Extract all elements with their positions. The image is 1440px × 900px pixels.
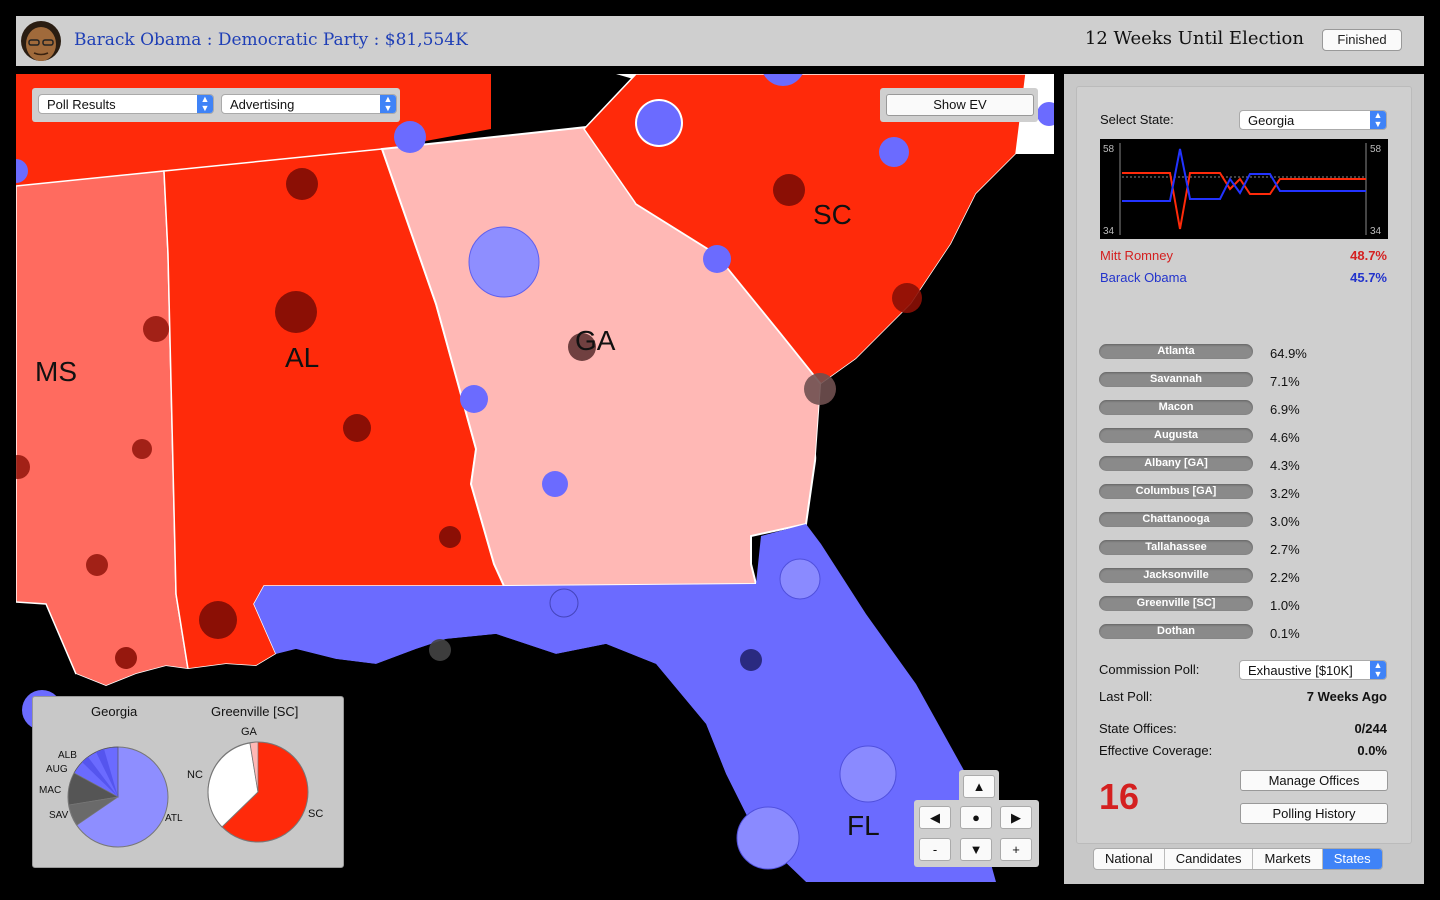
dropdown-arrow-icon: ▲ ▼	[380, 95, 396, 113]
electoral-votes-number: 16	[1099, 776, 1140, 817]
top-bar: Barack Obama : Democratic Party : $81,55…	[16, 16, 1424, 66]
dropdown-arrow-icon: ▲ ▼	[197, 95, 213, 113]
pie-label-sav: SAV	[49, 810, 69, 821]
pan-left-button[interactable]: ◀	[919, 806, 951, 829]
select-state-label: Select State:	[1100, 112, 1174, 127]
pie-panel: Georgia Greenville [SC] ALB AUG MAC SAV …	[32, 696, 344, 868]
state-label-ga: GA	[575, 325, 616, 356]
ev-panel: Show EV	[880, 88, 1038, 122]
zoom-in-button[interactable]: +	[1000, 838, 1032, 861]
candidate-name-romney: Mitt Romney	[1100, 248, 1173, 263]
pie-label-mac: MAC	[39, 785, 62, 796]
candidate-pct-obama: 45.7%	[1350, 270, 1387, 285]
state-ms[interactable]	[16, 170, 189, 687]
city-pct: 7.1%	[1270, 374, 1300, 389]
map-dropdown-panel: Poll Results ▲ ▼ Advertising ▲ ▼	[32, 88, 400, 122]
state-label-sc: SC	[813, 199, 852, 230]
tab-markets[interactable]: Markets	[1253, 849, 1323, 869]
city-pct: 2.2%	[1270, 570, 1300, 585]
state-label-ms: MS	[35, 356, 77, 387]
map-view[interactable]: Poll Results ▲ ▼ Advertising ▲ ▼ Show EV M…	[16, 74, 1054, 882]
state-label-fl: FL	[847, 810, 880, 841]
pie-label-sc: SC	[308, 808, 324, 820]
selected-state-value: Georgia	[1248, 113, 1295, 128]
pie-left-title: Georgia	[91, 704, 138, 719]
sidebar-tabs: National Candidates Markets States	[1093, 848, 1383, 870]
state-offices-label: State Offices:	[1099, 721, 1177, 736]
commission-poll-value: Exhaustive [$10K]	[1248, 663, 1353, 678]
tab-candidates[interactable]: Candidates	[1165, 849, 1254, 869]
commission-poll-dropdown[interactable]: Exhaustive [$10K] ▲ ▼	[1239, 660, 1387, 680]
manage-offices-button[interactable]: Manage Offices	[1240, 770, 1388, 791]
city-pct: 3.2%	[1270, 486, 1300, 501]
city-pct: 3.0%	[1270, 514, 1300, 529]
effective-coverage-value: 0.0%	[1357, 743, 1387, 758]
zoom-out-button[interactable]: -	[919, 838, 951, 861]
last-poll-value: 7 Weeks Ago	[1306, 689, 1387, 704]
state-label-al: AL	[285, 342, 320, 373]
city-pct: 64.9%	[1270, 346, 1307, 361]
state-offices-value: 0/244	[1354, 721, 1387, 736]
city-pct: 6.9%	[1270, 402, 1300, 417]
city-button[interactable]: Savannah	[1099, 372, 1253, 387]
pie-label-alb: ALB	[58, 750, 77, 761]
polling-history-button[interactable]: Polling History	[1240, 803, 1388, 824]
city-button[interactable]: Greenville [SC]	[1099, 596, 1253, 611]
graph-top-left: 58	[1103, 144, 1115, 155]
poll-results-dropdown[interactable]: Poll Results ▲ ▼	[38, 94, 214, 114]
nav-pad: ◀ ● ▶ - ▼ +	[914, 800, 1039, 867]
city-button[interactable]: Columbus [GA]	[1099, 484, 1253, 499]
dropdown-arrow-icon: ▲ ▼	[1370, 661, 1386, 679]
city-button[interactable]: Albany [GA]	[1099, 456, 1253, 471]
center-button[interactable]: ●	[960, 806, 992, 829]
poll-results-value: Poll Results	[47, 97, 116, 112]
tab-states[interactable]: States	[1322, 849, 1382, 869]
candidate-name-obama: Barack Obama	[1100, 270, 1187, 285]
last-poll-label: Last Poll:	[1099, 689, 1153, 704]
city-button[interactable]: Tallahassee	[1099, 540, 1253, 555]
city-pct: 4.6%	[1270, 430, 1300, 445]
graph-top-right: 58	[1370, 144, 1382, 155]
pie-label-atl: ATL	[165, 813, 183, 824]
show-ev-button[interactable]: Show EV	[886, 94, 1034, 116]
tab-national[interactable]: National	[1094, 849, 1165, 869]
weeks-until-election: 12 Weeks Until Election	[1084, 28, 1304, 49]
graph-bottom-left: 34	[1103, 226, 1115, 237]
city-pct: 0.1%	[1270, 626, 1300, 641]
advertising-dropdown[interactable]: Advertising ▲ ▼	[221, 94, 397, 114]
candidate-avatar-icon	[21, 21, 61, 61]
campaign-title: Barack Obama : Democratic Party : $81,55…	[74, 30, 468, 50]
greenville-pie	[207, 741, 309, 843]
city-button[interactable]: Dothan	[1099, 624, 1253, 639]
advertising-value: Advertising	[230, 97, 295, 112]
city-button[interactable]: Jacksonville	[1099, 568, 1253, 583]
city-pct: 4.3%	[1270, 458, 1300, 473]
pie-charts	[67, 741, 309, 848]
pan-down-button[interactable]: ▼	[960, 838, 992, 861]
pan-up-button[interactable]: ▲	[963, 775, 995, 798]
commission-poll-label: Commission Poll:	[1099, 662, 1200, 677]
city-button[interactable]: Chattanooga	[1099, 512, 1253, 527]
city-pct: 2.7%	[1270, 542, 1300, 557]
city-button[interactable]: Atlanta	[1099, 344, 1253, 359]
nav-pad-top: ▲	[959, 770, 999, 802]
graph-bottom-right: 34	[1370, 226, 1382, 237]
pie-label-aug: AUG	[46, 764, 68, 775]
pie-right-title: Greenville [SC]	[211, 704, 299, 719]
select-state-dropdown[interactable]: Georgia ▲ ▼	[1239, 110, 1387, 130]
effective-coverage-label: Effective Coverage:	[1099, 743, 1213, 758]
poll-graph: 58 58 34 34	[1100, 139, 1388, 239]
pan-right-button[interactable]: ▶	[1000, 806, 1032, 829]
georgia-pie	[67, 746, 169, 848]
finished-button[interactable]: Finished	[1322, 29, 1402, 51]
city-button[interactable]: Macon	[1099, 400, 1253, 415]
city-button[interactable]: Augusta	[1099, 428, 1253, 443]
pie-label-nc: NC	[187, 769, 203, 781]
pie-label-ga: GA	[241, 726, 257, 738]
candidate-pct-romney: 48.7%	[1350, 248, 1387, 263]
city-pct: 1.0%	[1270, 598, 1300, 613]
dropdown-arrow-icon: ▲ ▼	[1370, 111, 1386, 129]
